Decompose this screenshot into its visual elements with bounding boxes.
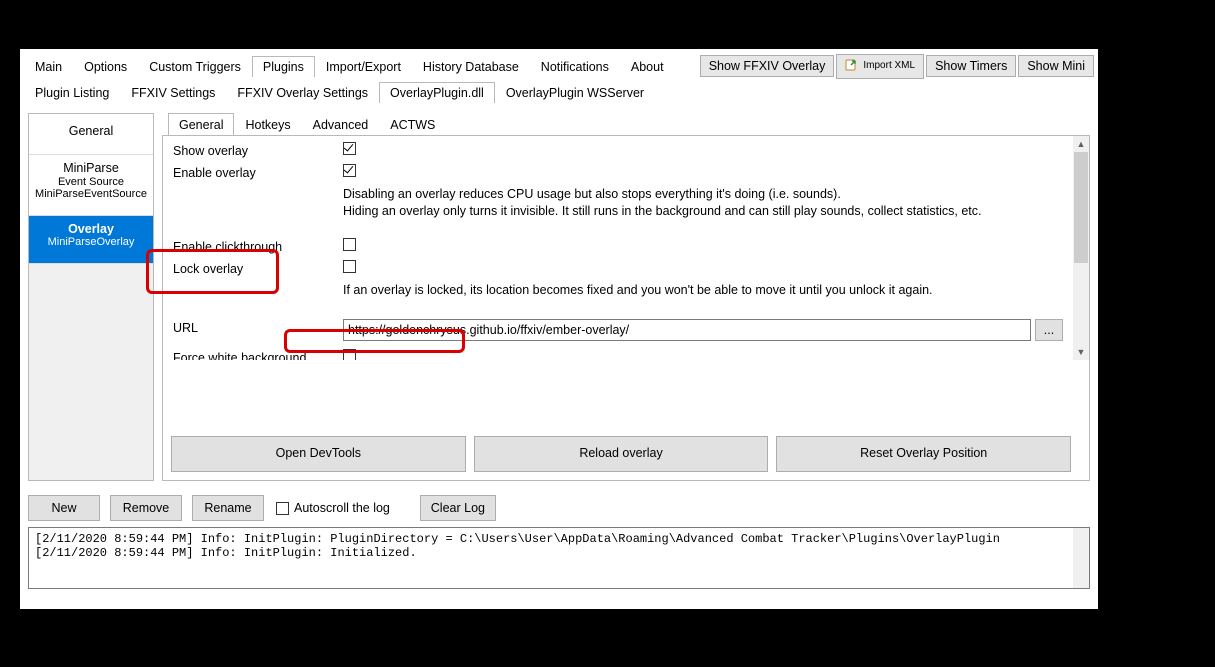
- import-icon: [845, 58, 859, 75]
- sidebar-item-sub2: MiniParseEventSource: [31, 188, 151, 201]
- sidebar-item-title: MiniParse: [31, 161, 151, 175]
- rename-button[interactable]: Rename: [192, 495, 264, 521]
- top-toolbar: Main Options Custom Triggers Plugins Imp…: [20, 49, 1098, 77]
- enable-clickthrough-checkbox[interactable]: [343, 238, 356, 251]
- ctab-hotkeys[interactable]: Hotkeys: [234, 113, 301, 136]
- scroll-down-arrow-icon[interactable]: ▼: [1073, 344, 1089, 360]
- sidebar-item-miniparse[interactable]: MiniParse Event Source MiniParseEventSou…: [29, 155, 153, 216]
- enable-clickthrough-label: Enable clickthrough: [173, 238, 343, 254]
- show-overlay-checkbox[interactable]: [343, 142, 356, 155]
- ctab-general[interactable]: General: [168, 113, 234, 136]
- lower-controls: New Remove Rename Autoscroll the log Cle…: [28, 495, 1090, 521]
- upper-panel: General MiniParse Event Source MiniParse…: [28, 113, 1090, 481]
- overlay-content-tabs: General Hotkeys Advanced ACTWS: [162, 113, 1090, 136]
- scrollbar-track[interactable]: [1073, 152, 1089, 344]
- sidebar-item-sub1: MiniParseOverlay: [31, 236, 151, 249]
- tab-options[interactable]: Options: [73, 56, 138, 77]
- clear-log-button[interactable]: Clear Log: [420, 495, 496, 521]
- tab-history-database[interactable]: History Database: [412, 56, 530, 77]
- import-xml-label: Import XML: [863, 61, 915, 71]
- settings-scroll-region: Show overlay Enable overlay Disabling an…: [163, 136, 1073, 360]
- autoscroll-label: Autoscroll the log: [294, 501, 390, 515]
- lock-overlay-label: Lock overlay: [173, 260, 343, 276]
- tab-plugins[interactable]: Plugins: [252, 56, 315, 77]
- open-devtools-button[interactable]: Open DevTools: [171, 436, 466, 472]
- overlay-sidebar: General MiniParse Event Source MiniParse…: [28, 113, 154, 481]
- force-white-checkbox[interactable]: [343, 349, 356, 360]
- import-xml-button[interactable]: Import XML: [836, 54, 924, 79]
- subtab-ffxiv-overlay-settings[interactable]: FFXIV Overlay Settings: [226, 82, 379, 103]
- show-overlay-label: Show overlay: [173, 142, 343, 158]
- toolbar-right: Show FFXIV Overlay Import XML Show Timer…: [700, 54, 1094, 79]
- sidebar-header-label: General: [69, 124, 113, 138]
- tab-main[interactable]: Main: [24, 56, 73, 77]
- subtab-plugin-listing[interactable]: Plugin Listing: [24, 82, 120, 103]
- scrollbar-thumb[interactable]: [1074, 152, 1088, 263]
- scroll-up-arrow-icon[interactable]: ▲: [1073, 136, 1089, 152]
- plugin-subtabs: Plugin Listing FFXIV Settings FFXIV Over…: [20, 77, 1098, 103]
- tab-custom-triggers[interactable]: Custom Triggers: [138, 56, 252, 77]
- log-line: [2/11/2020 8:59:44 PM] Info: InitPlugin:…: [35, 546, 1083, 560]
- log-textarea[interactable]: [2/11/2020 8:59:44 PM] Info: InitPlugin:…: [28, 527, 1090, 589]
- ctab-actws[interactable]: ACTWS: [379, 113, 446, 136]
- enable-overlay-help: Disabling an overlay reduces CPU usage b…: [343, 186, 1063, 220]
- ctab-advanced[interactable]: Advanced: [302, 113, 380, 136]
- show-timers-button[interactable]: Show Timers: [926, 55, 1016, 77]
- main-area: General MiniParse Event Source MiniParse…: [20, 103, 1098, 609]
- subtab-overlayplugin-wsserver[interactable]: OverlayPlugin WSServer: [495, 82, 655, 103]
- remove-button[interactable]: Remove: [110, 495, 182, 521]
- reload-overlay-button[interactable]: Reload overlay: [474, 436, 769, 472]
- reset-overlay-position-button[interactable]: Reset Overlay Position: [776, 436, 1071, 472]
- tab-notifications[interactable]: Notifications: [530, 56, 620, 77]
- force-white-label: Force white background: [173, 349, 343, 360]
- sidebar-item-overlay[interactable]: Overlay MiniParseOverlay: [29, 216, 153, 264]
- action-button-row: Open DevTools Reload overlay Reset Overl…: [171, 436, 1071, 472]
- app-window: Main Options Custom Triggers Plugins Imp…: [20, 49, 1098, 609]
- url-input[interactable]: [343, 319, 1031, 341]
- url-browse-button[interactable]: ...: [1035, 319, 1063, 341]
- sidebar-item-sub1: Event Source: [31, 176, 151, 189]
- lock-overlay-checkbox[interactable]: [343, 260, 356, 273]
- new-button[interactable]: New: [28, 495, 100, 521]
- content-body: Show overlay Enable overlay Disabling an…: [162, 135, 1090, 481]
- subtab-ffxiv-settings[interactable]: FFXIV Settings: [120, 82, 226, 103]
- log-line: [2/11/2020 8:59:44 PM] Info: InitPlugin:…: [35, 532, 1083, 546]
- tab-import-export[interactable]: Import/Export: [315, 56, 412, 77]
- sidebar-header-general[interactable]: General: [29, 114, 153, 155]
- log-scrollbar[interactable]: [1073, 528, 1089, 588]
- content-wrap: General Hotkeys Advanced ACTWS Show over…: [162, 113, 1090, 481]
- sidebar-item-title: Overlay: [31, 222, 151, 236]
- subtab-overlayplugin-dll[interactable]: OverlayPlugin.dll: [379, 82, 495, 103]
- show-ffxiv-overlay-button[interactable]: Show FFXIV Overlay: [700, 55, 835, 77]
- autoscroll-control[interactable]: Autoscroll the log: [276, 501, 390, 515]
- lock-overlay-help: If an overlay is locked, its location be…: [343, 282, 1063, 299]
- enable-overlay-checkbox[interactable]: [343, 164, 356, 177]
- show-mini-button[interactable]: Show Mini: [1018, 55, 1094, 77]
- enable-overlay-label: Enable overlay: [173, 164, 343, 180]
- main-tabs: Main Options Custom Triggers Plugins Imp…: [24, 56, 675, 77]
- tab-about[interactable]: About: [620, 56, 675, 77]
- url-label: URL: [173, 319, 343, 335]
- settings-scrollbar[interactable]: ▲ ▼: [1073, 136, 1089, 360]
- autoscroll-checkbox[interactable]: [276, 502, 289, 515]
